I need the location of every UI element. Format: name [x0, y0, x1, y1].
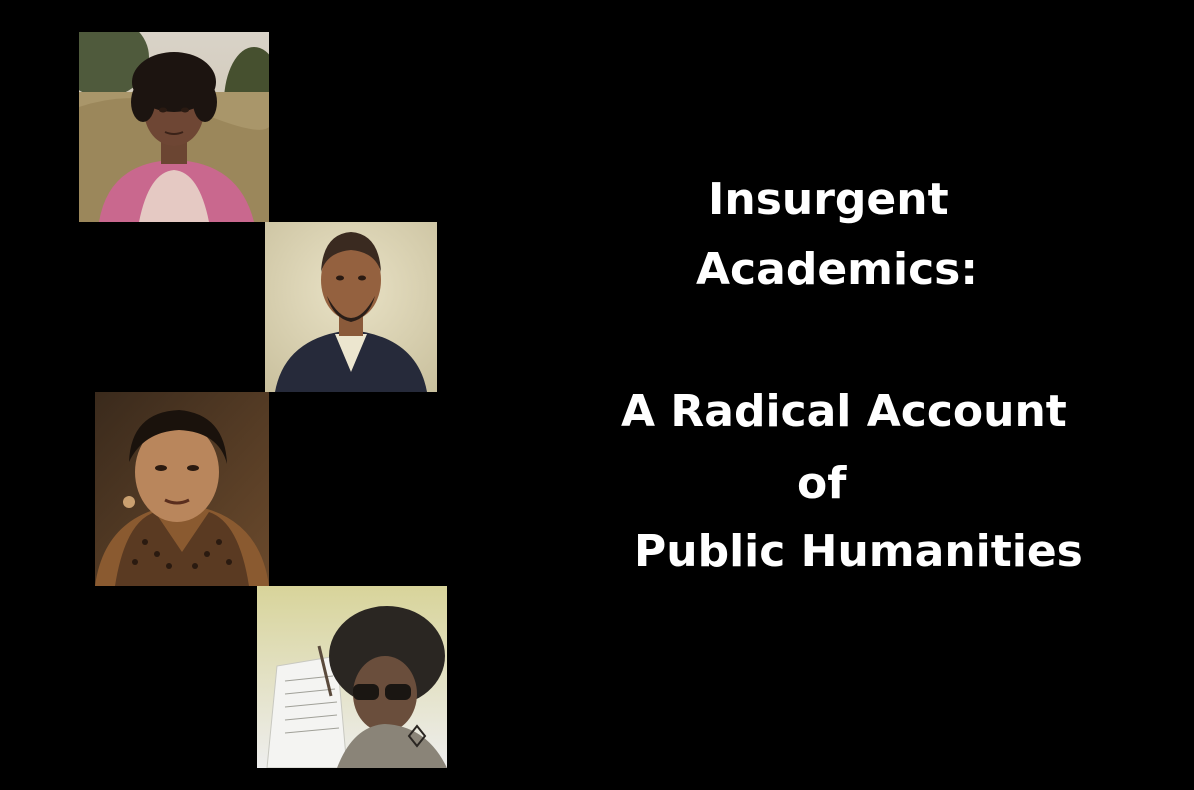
portrait-photo-3: [95, 392, 269, 586]
subtitle-line-1: A Radical Account: [621, 386, 1067, 437]
portrait-photo-1: [79, 32, 269, 222]
subtitle-line-2: of: [797, 458, 847, 509]
portrait-photo-4: [257, 586, 447, 768]
title-line-1: Insurgent: [708, 174, 949, 225]
portrait-photo-2: [265, 222, 437, 392]
title-line-2: Academics:: [696, 244, 978, 295]
subtitle-line-3: Public Humanities: [634, 526, 1083, 577]
